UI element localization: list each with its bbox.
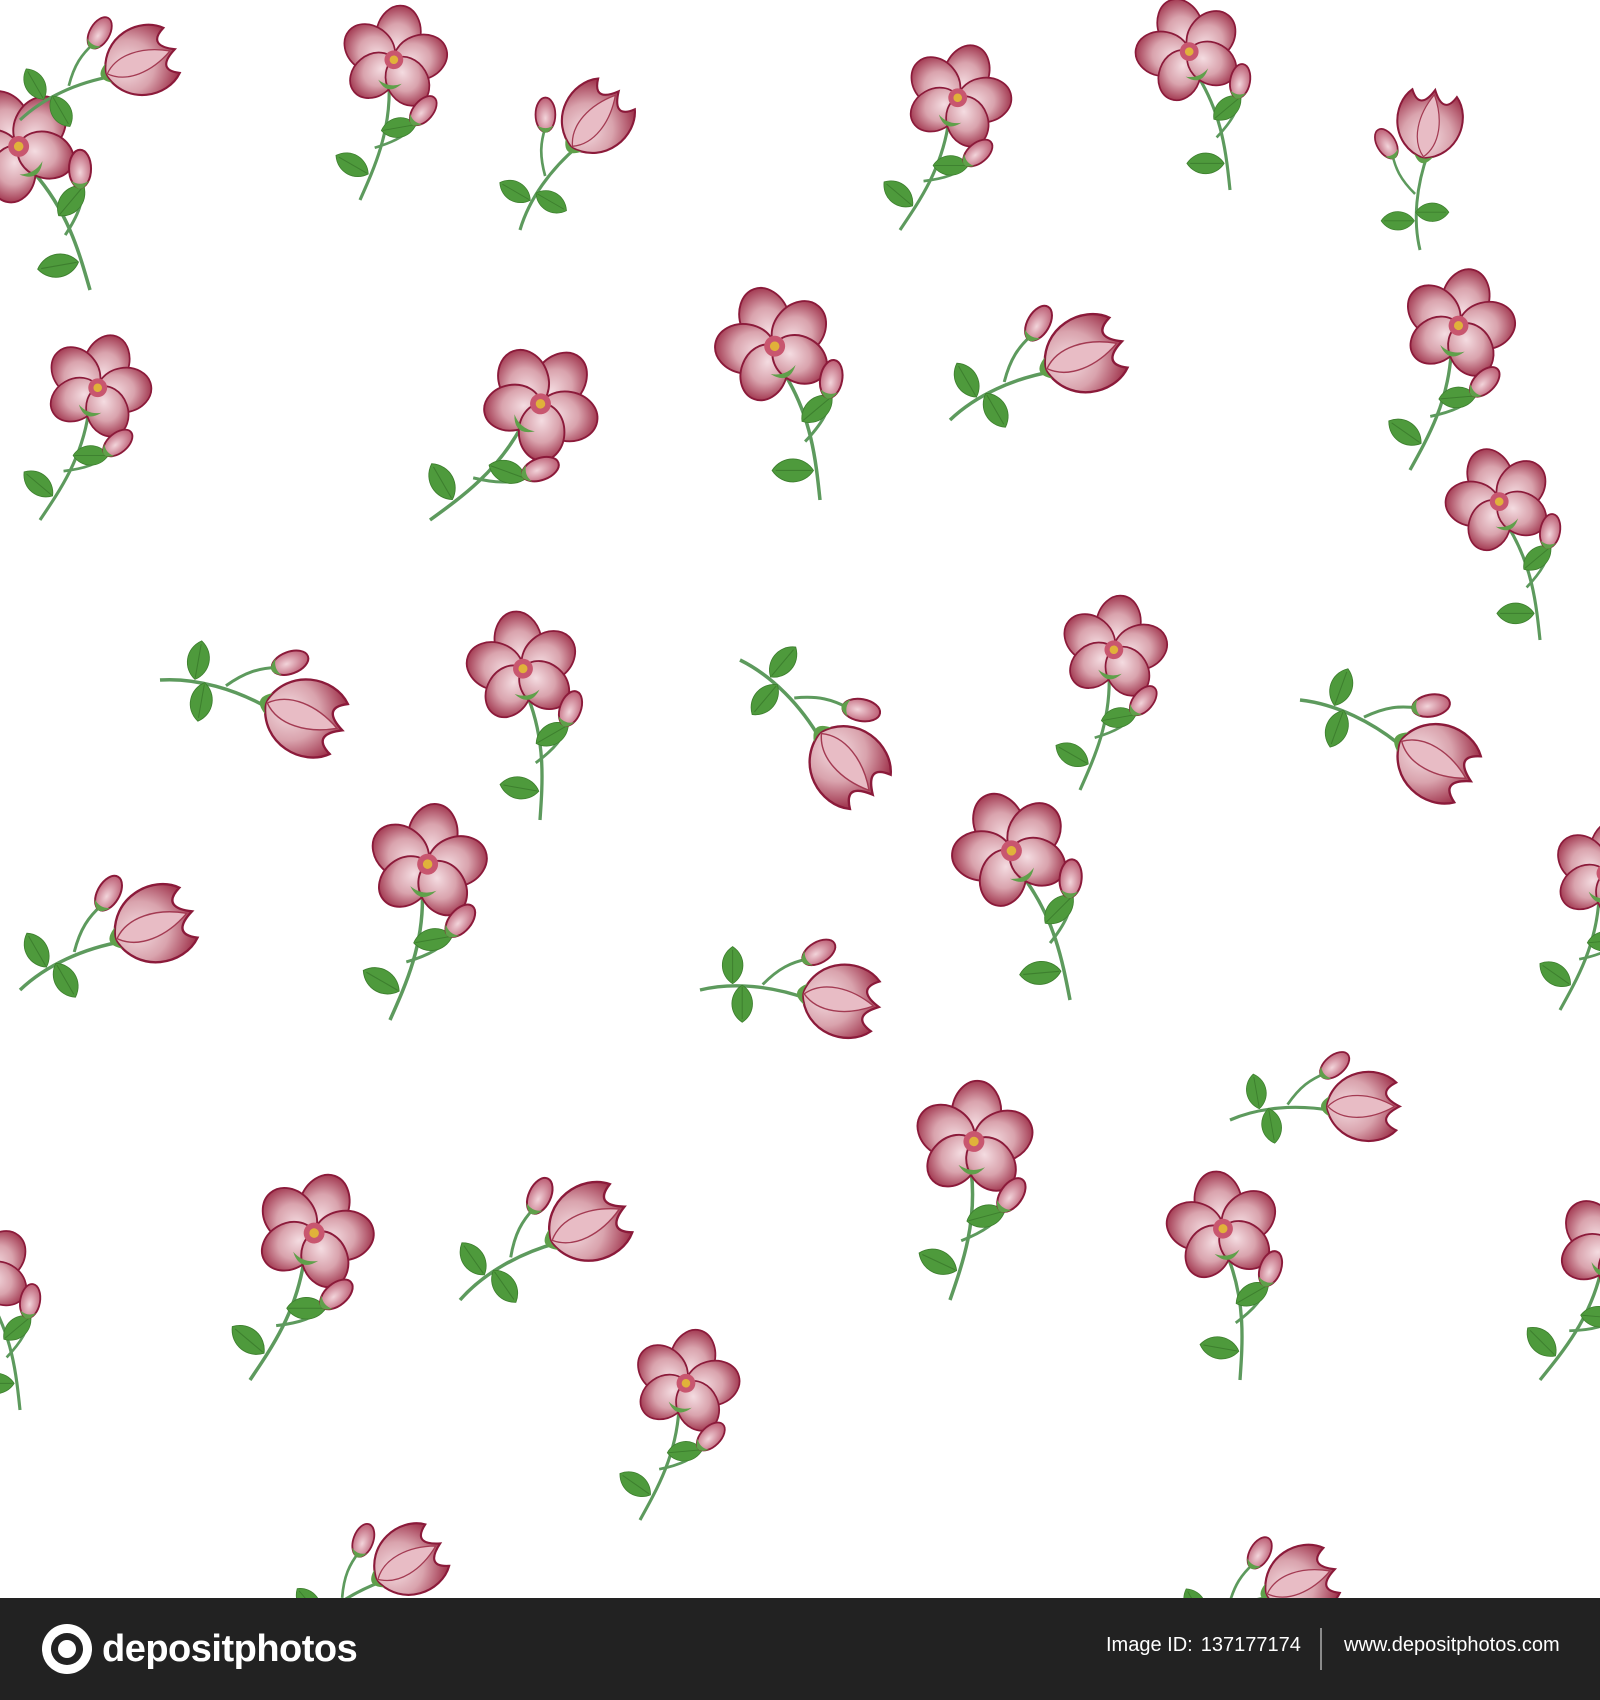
flower-sprig [925, 767, 1140, 1024]
flower-sprig [1164, 1520, 1351, 1598]
flower-sprig [450, 601, 612, 830]
flower-sprig [434, 1153, 649, 1320]
flower-sprig [0, 60, 157, 318]
flower-sprig [1491, 1167, 1600, 1411]
flower-sprig [386, 314, 631, 570]
flower-sprig [309, 0, 463, 212]
flower-sprig [722, 609, 923, 834]
image-id-label: Image ID: [1106, 1634, 1193, 1656]
flower-sprig [852, 26, 1034, 254]
flower-sprig [269, 1496, 467, 1598]
site-link[interactable]: www.depositphotos.com [1344, 1634, 1560, 1657]
flower-sprig [0, 1200, 85, 1428]
camera-logo-icon [42, 1624, 92, 1674]
watermark-footer: depositphotos Image ID: 137177174 www.dep… [0, 1598, 1600, 1700]
flower-sprig [590, 1315, 758, 1538]
flower-sprig [2, 857, 210, 1010]
flower-sprig [1114, 0, 1296, 208]
flower-sprig [691, 266, 893, 519]
flower-sprig [461, 50, 662, 244]
flower-sprig [150, 592, 375, 793]
floral-pattern [0, 0, 1600, 1598]
flower-sprig [1510, 805, 1600, 1028]
flower-sprig [1339, 69, 1492, 256]
flower-sprig [1358, 253, 1536, 489]
image-id: Image ID: 137177174 [1106, 1634, 1301, 1657]
depositphotos-logo[interactable]: depositphotos [40, 1622, 358, 1676]
flower-sprig [196, 1153, 398, 1406]
flower-sprig [334, 793, 505, 1034]
flower-sprig [1424, 430, 1600, 658]
flower-sprig [893, 1075, 1046, 1307]
flower-sprig [1150, 1161, 1312, 1390]
flower-sprig [1227, 1030, 1414, 1168]
flower-sprig [1287, 622, 1511, 837]
flower-sprig [932, 287, 1140, 440]
image-id-value: 137177174 [1200, 1634, 1301, 1656]
flower-sprig [1029, 585, 1183, 802]
flower-sprig [693, 899, 902, 1070]
logo-text: depositphotos [102, 1627, 358, 1670]
footer-divider [1320, 1628, 1322, 1670]
flower-sprig [0, 316, 173, 544]
